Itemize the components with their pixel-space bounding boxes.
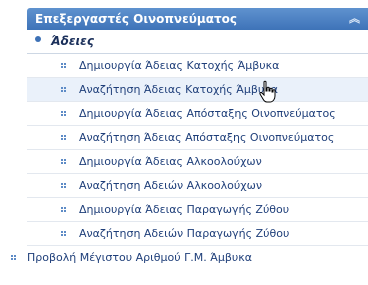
dotted-square-icon [61, 63, 66, 68]
menu-item-create-ambyka[interactable]: Δημιουργία Άδειας Κατοχής Άμβυκα [27, 54, 368, 78]
menu-header-title: Επεξεργαστές Οινοπνεύματος [35, 12, 237, 26]
dotted-square-icon [61, 159, 66, 164]
menu-item-search-alkooloyxa[interactable]: Αναζήτηση Αδειών Αλκοολούχων [27, 174, 368, 198]
menu-item-create-apostaxi[interactable]: Δημιουργία Άδειας Απόσταξης Οινοπνεύματο… [27, 102, 368, 126]
dotted-square-icon [61, 135, 66, 140]
menu-item-label: Δημιουργία Άδειας Απόσταξης Οινοπνεύματο… [79, 107, 336, 120]
menu-item-create-zythou[interactable]: Δημιουργία Άδειας Παραγωγής Ζύθου [27, 198, 368, 222]
hand-pointer-icon [259, 80, 276, 103]
dotted-square-icon [61, 183, 66, 188]
menu-item-label: Αναζήτηση Άδειας Κατοχής Άμβυκα [79, 83, 278, 96]
double-chevron-up-icon[interactable]: ︽ [349, 8, 360, 30]
dotted-square-icon [61, 87, 66, 92]
dotted-square-icon [61, 111, 66, 116]
menu-header[interactable]: Επεξεργαστές Οινοπνεύματος ︽ [27, 8, 368, 30]
menu-item-search-apostaxi[interactable]: Αναζήτηση Άδειας Απόσταξης Οινοπνεύματος [27, 126, 368, 150]
dotted-square-icon [11, 255, 16, 260]
menu-item-search-ambyka[interactable]: Αναζήτηση Άδειας Κατοχής Άμβυκα [27, 78, 368, 102]
menu-item-label: Προβολή Μέγιστου Αριθμού Γ.Μ. Άμβυκα [27, 251, 252, 264]
menu-item-label: Αναζήτηση Αδειών Αλκοολούχων [79, 179, 262, 192]
menu-item-max-gm-ambyka[interactable]: Προβολή Μέγιστου Αριθμού Γ.Μ. Άμβυκα [0, 246, 368, 270]
menu-item-create-alkooloyxa[interactable]: Δημιουργία Άδειας Αλκοολούχων [27, 150, 368, 174]
menu-item-label: Αναζήτηση Άδειας Απόσταξης Οινοπνεύματος [79, 131, 335, 144]
bullet-dot-icon [35, 36, 41, 42]
menu-panel: Επεξεργαστές Οινοπνεύματος ︽ Άδειες Δημι… [0, 0, 368, 285]
menu-item-label: Αναζήτηση Αδειών Παραγωγής Ζύθου [79, 227, 290, 240]
section-label: Άδειες [51, 34, 94, 48]
dotted-square-icon [61, 207, 66, 212]
dotted-square-icon [61, 231, 66, 236]
menu-item-label: Δημιουργία Άδειας Παραγωγής Ζύθου [79, 203, 290, 216]
menu-item-label: Δημιουργία Άδειας Αλκοολούχων [79, 155, 262, 168]
menu-item-search-zythou[interactable]: Αναζήτηση Αδειών Παραγωγής Ζύθου [27, 222, 368, 246]
menu-item-label: Δημιουργία Άδειας Κατοχής Άμβυκα [79, 59, 280, 72]
section-adeies[interactable]: Άδειες [27, 30, 368, 54]
